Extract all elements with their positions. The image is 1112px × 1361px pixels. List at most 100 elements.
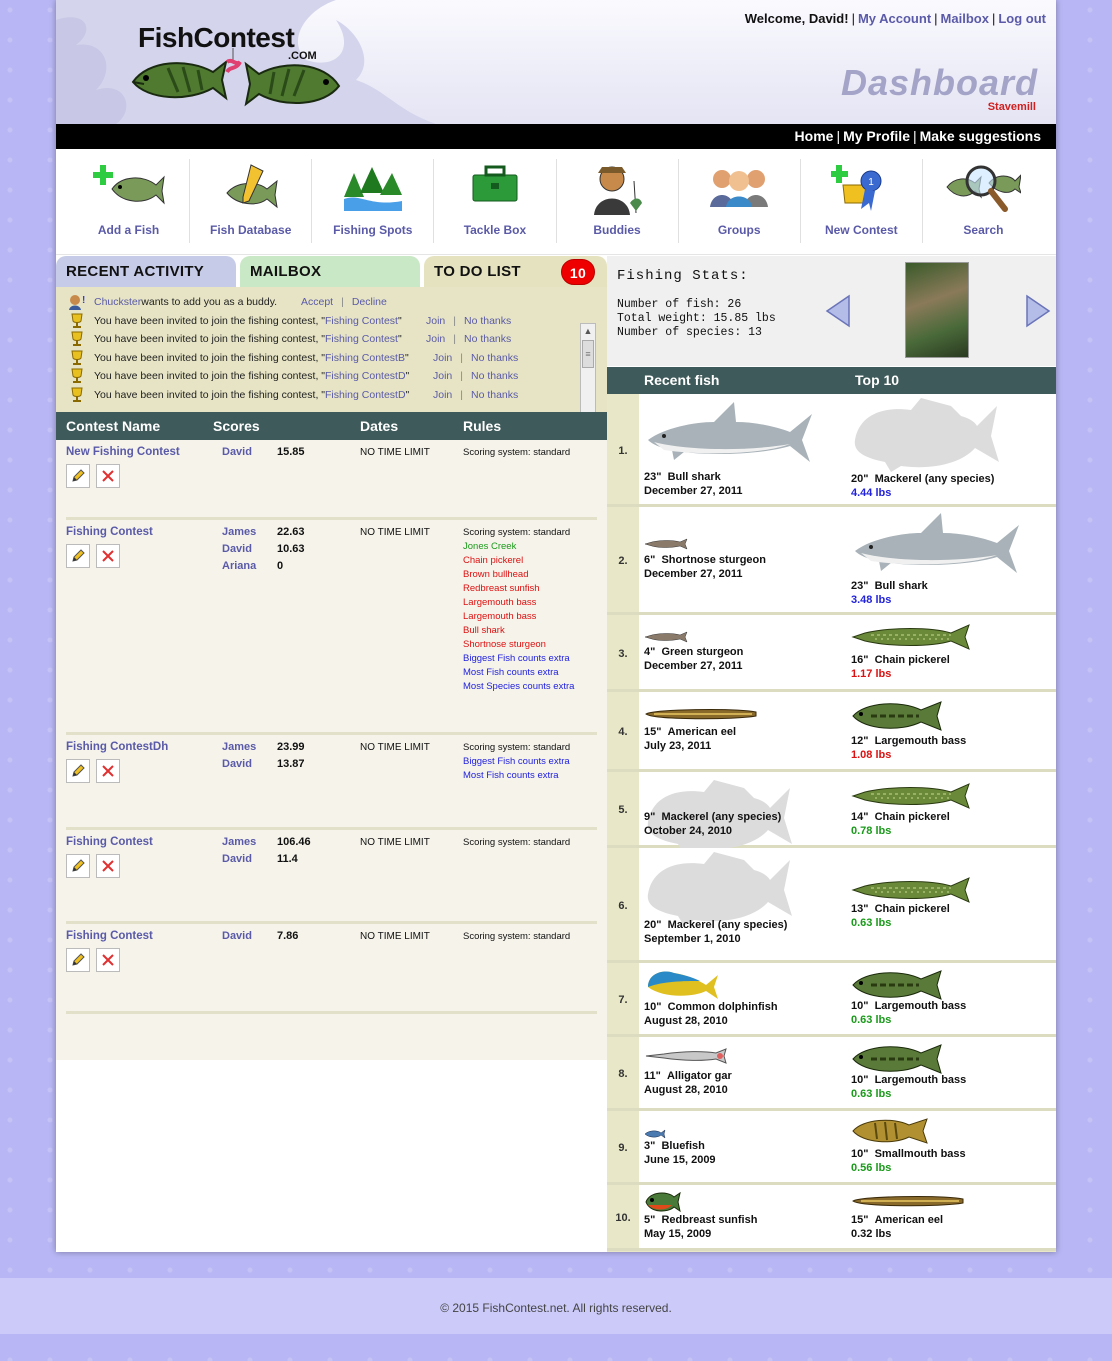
contest-link[interactable]: Fishing ContestB xyxy=(325,352,405,364)
top-fish-cell[interactable]: 20" Mackerel (any species) 4.44 lbs xyxy=(846,394,1056,504)
my-account-link[interactable]: My Account xyxy=(858,11,931,26)
contest-link[interactable]: Fishing Contest xyxy=(325,315,398,327)
edit-contest-button[interactable] xyxy=(66,948,90,972)
join-link[interactable]: Join xyxy=(426,315,445,327)
top-fish-cell[interactable]: 12" Largemouth bass 1.08 lbs xyxy=(846,692,1056,769)
accept-link[interactable]: Accept xyxy=(301,296,333,308)
logo-bass-left-icon xyxy=(131,59,228,101)
player-name-link[interactable]: Ariana xyxy=(222,560,256,577)
tab-recent-activity[interactable]: RECENT ACTIVITY xyxy=(56,256,236,287)
activity-text: You have been invited to join the fishin… xyxy=(94,388,325,401)
player-name-link[interactable]: David xyxy=(222,446,252,463)
delete-contest-button[interactable] xyxy=(96,544,120,568)
recent-fish-cell[interactable]: 5" Redbreast sunfish May 15, 2009 xyxy=(639,1185,846,1248)
nav-profile-link[interactable]: My Profile xyxy=(843,128,910,144)
nav-groups-button[interactable]: Groups xyxy=(679,159,801,243)
fish-weight: 0.63 lbs xyxy=(851,1088,892,1100)
nav-add-fish-button[interactable]: Add a Fish xyxy=(68,159,191,243)
logout-link[interactable]: Log out xyxy=(998,11,1046,26)
contest-name-link[interactable]: Fishing ContestDh xyxy=(66,741,168,753)
edit-contest-button[interactable] xyxy=(66,759,90,783)
scroll-thumb[interactable]: ≡ xyxy=(582,340,594,368)
site-logo[interactable]: FishContest xyxy=(138,22,295,54)
player-name-link[interactable]: James xyxy=(222,836,256,853)
top-fish-cell[interactable]: 23" Bull shark 3.48 lbs xyxy=(846,507,1056,612)
player-name-link[interactable]: David xyxy=(222,930,252,947)
top-fish-cell[interactable]: 16" Chain pickerel 1.17 lbs xyxy=(846,615,1056,689)
mailbox-link[interactable]: Mailbox xyxy=(941,11,989,26)
top-fish-cell[interactable]: 15" American eel 0.32 lbs xyxy=(846,1185,1056,1248)
fish-species: Largemouth bass xyxy=(874,735,967,747)
player-name-link[interactable]: David xyxy=(222,543,256,560)
no-thanks-link[interactable]: No thanks xyxy=(464,333,511,345)
delete-contest-button[interactable] xyxy=(96,759,120,783)
player-name-link[interactable]: David xyxy=(222,853,256,870)
prev-photo-arrow-icon[interactable] xyxy=(825,294,851,328)
player-name-link[interactable]: James xyxy=(222,741,256,758)
recent-fish-cell[interactable]: 9" Mackerel (any species) October 24, 201… xyxy=(639,772,846,854)
edit-contest-button[interactable] xyxy=(66,464,90,488)
col-dates: Dates xyxy=(360,418,399,434)
recent-fish-cell[interactable]: 11" Alligator gar August 28, 2010 xyxy=(639,1037,846,1108)
top-fish-cell[interactable]: 14" Chain pickerel 0.78 lbs xyxy=(846,772,1056,845)
nav-buddies-button[interactable]: Buddies xyxy=(557,159,679,243)
rank-number: 7. xyxy=(618,994,628,1006)
contest-link[interactable]: Fishing Contest xyxy=(325,333,398,345)
no-thanks-link[interactable]: No thanks xyxy=(464,315,511,327)
nav-home-link[interactable]: Home xyxy=(795,128,834,144)
delete-contest-button[interactable] xyxy=(96,464,120,488)
recent-fish-cell[interactable]: 10" Common dolphinfish August 28, 2010 xyxy=(639,963,846,1034)
next-photo-arrow-icon[interactable] xyxy=(1025,294,1051,328)
nav-search-button[interactable]: Search xyxy=(923,159,1044,243)
top-fish-cell[interactable]: 10" Largemouth bass 0.63 lbs xyxy=(846,963,1056,1034)
contest-name-link[interactable]: New Fishing Contest xyxy=(66,446,180,458)
recent-fish-cell[interactable]: 15" American eel July 23, 2011 xyxy=(639,692,846,769)
join-link[interactable]: Join xyxy=(433,389,452,401)
nav-fish-database-button[interactable]: Fish Database xyxy=(190,159,313,243)
contest-name-link[interactable]: Fishing Contest xyxy=(66,526,153,538)
recent-fish-cell[interactable]: 6" Shortnose sturgeon December 27, 2011 xyxy=(639,507,846,612)
player-name-link[interactable]: James xyxy=(222,526,256,543)
recent-fish-cell[interactable]: 3" Bluefish June 15, 2009 xyxy=(639,1111,846,1182)
scroll-up-icon[interactable]: ▲ xyxy=(581,324,595,338)
buddy-name-link[interactable]: Chuckster xyxy=(94,296,141,308)
nav-suggestions-link[interactable]: Make suggestions xyxy=(920,128,1041,144)
join-link[interactable]: Join xyxy=(433,352,452,364)
rank-cell: 4. xyxy=(607,692,639,769)
rank-number: 9. xyxy=(618,1142,628,1154)
tab-todo-list[interactable]: TO DO LIST 10 xyxy=(424,256,607,287)
fish-weight: 0.32 lbs xyxy=(851,1228,892,1240)
no-thanks-link[interactable]: No thanks xyxy=(471,370,518,382)
contest-link[interactable]: Fishing ContestD xyxy=(325,370,406,382)
contest-link[interactable]: Fishing ContestD xyxy=(325,389,406,401)
icon-label: Search xyxy=(963,223,1004,237)
recent-fish-cell[interactable]: 23" Bull shark December 27, 2011 xyxy=(639,394,846,504)
activity-item: You have been invited to join the fishin… xyxy=(68,386,607,405)
join-link[interactable]: Join xyxy=(433,370,452,382)
nav-new-contest-button[interactable]: 1 New Contest xyxy=(801,159,923,243)
delete-x-icon xyxy=(102,550,114,562)
recent-fish-cell[interactable]: 20" Mackerel (any species) September 1, 2… xyxy=(639,848,846,960)
tab-mailbox[interactable]: MAILBOX xyxy=(240,256,420,287)
decline-link[interactable]: Decline xyxy=(352,296,387,308)
col-rules: Rules xyxy=(463,418,502,434)
delete-contest-button[interactable] xyxy=(96,854,120,878)
recent-fish-cell[interactable]: 4" Green sturgeon December 27, 2011 xyxy=(639,615,846,689)
player-name-link[interactable]: David xyxy=(222,758,256,775)
join-link[interactable]: Join xyxy=(426,333,445,345)
contest-name-link[interactable]: Fishing Contest xyxy=(66,930,153,942)
top-navigation: Home | My Profile | Make suggestions xyxy=(56,124,1056,149)
edit-contest-button[interactable] xyxy=(66,544,90,568)
top-fish-cell[interactable]: 13" Chain pickerel 0.63 lbs xyxy=(846,848,1056,960)
top-fish-cell[interactable]: 10" Largemouth bass 0.63 lbs xyxy=(846,1037,1056,1108)
catch-photo[interactable] xyxy=(905,262,969,358)
edit-contest-button[interactable] xyxy=(66,854,90,878)
top-fish-cell[interactable]: 10" Smallmouth bass 0.56 lbs xyxy=(846,1111,1056,1182)
contest-name-link[interactable]: Fishing Contest xyxy=(66,836,153,848)
nav-fishing-spots-button[interactable]: Fishing Spots xyxy=(312,159,435,243)
delete-contest-button[interactable] xyxy=(96,948,120,972)
catch-date: May 15, 2009 xyxy=(644,1228,712,1240)
nav-tackle-box-button[interactable]: Tackle Box xyxy=(434,159,557,243)
no-thanks-link[interactable]: No thanks xyxy=(471,352,518,364)
no-thanks-link[interactable]: No thanks xyxy=(471,389,518,401)
